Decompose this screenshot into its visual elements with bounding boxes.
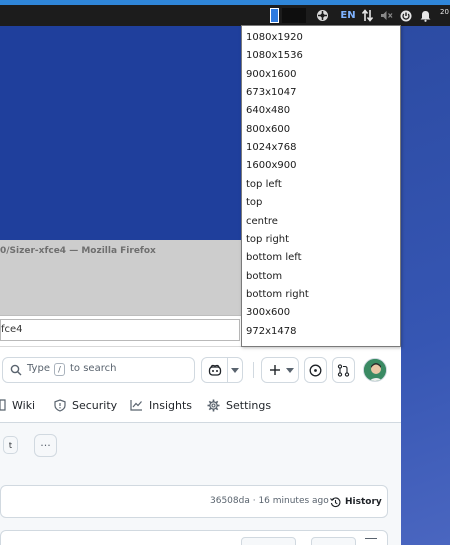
workspace-indicator[interactable] — [282, 8, 306, 23]
chevron-down-icon — [286, 368, 294, 373]
dropdown-item[interactable]: 300x600 — [246, 306, 290, 320]
dropdown-item[interactable]: 1600x900 — [246, 159, 296, 173]
gear-icon — [207, 399, 220, 412]
dropdown-item[interactable]: 1080x1920 — [246, 31, 303, 45]
plus-icon — [269, 364, 281, 376]
list-icon[interactable] — [365, 538, 377, 545]
tab-insights-label: Insights — [149, 398, 193, 412]
search-placeholder-prefix: Type — [27, 363, 50, 374]
history-button[interactable]: History — [330, 495, 382, 509]
dropdown-item[interactable]: 640x480 — [246, 104, 290, 118]
user-avatar[interactable] — [363, 358, 387, 382]
notification-bell-icon[interactable] — [418, 8, 432, 23]
issue-circle-icon — [309, 364, 322, 377]
dropdown-item[interactable]: bottom right — [246, 288, 309, 302]
dropdown-item[interactable]: top — [246, 196, 262, 210]
history-icon — [330, 497, 341, 508]
shield-icon — [54, 398, 66, 412]
volume-muted-icon[interactable] — [379, 8, 393, 23]
tab-wiki-label: Wiki — [12, 398, 36, 412]
dropdown-item[interactable]: 972x1478 — [246, 325, 296, 339]
tab-security[interactable]: Security — [54, 396, 117, 414]
dropdown-item[interactable]: 800x600 — [246, 123, 290, 137]
url-bar[interactable]: fce4 — [0, 319, 240, 341]
url-text: fce4 — [1, 324, 23, 335]
keyboard-layout-indicator[interactable]: EN — [339, 8, 357, 23]
window-title: 0/Sizer-xfce4 — Mozilla Firefox — [0, 246, 156, 256]
tab-wiki[interactable]: Wiki — [0, 396, 35, 414]
dropdown-item[interactable]: 673x1047 — [246, 86, 296, 100]
search-shortcut-key: / — [54, 363, 65, 376]
search-icon — [10, 364, 22, 376]
dropdown-item[interactable]: top right — [246, 233, 289, 247]
file-list-header — [0, 530, 388, 545]
copilot-icon — [208, 364, 222, 377]
github-search-input[interactable]: Type / to search — [2, 357, 195, 383]
panel-clock[interactable]: 20 — [440, 8, 449, 16]
issues-button[interactable] — [304, 357, 327, 383]
search-placeholder-suffix: to search — [70, 363, 117, 374]
tab-insights[interactable]: Insights — [130, 396, 192, 414]
more-options-button[interactable]: ··· — [34, 434, 57, 457]
page-content-background — [0, 423, 401, 545]
tab-settings[interactable]: Settings — [207, 396, 271, 414]
power-icon[interactable] — [399, 8, 413, 23]
workspace-active-indicator[interactable] — [270, 8, 279, 23]
sizer-dropdown-menu: 1080x1920 1080x1536 900x1600 673x1047 640x48… — [241, 25, 401, 347]
chevron-down-icon[interactable] — [231, 368, 239, 373]
dropdown-item[interactable]: top left — [246, 178, 282, 192]
create-new-button[interactable] — [261, 357, 299, 383]
copilot-divider — [227, 358, 228, 382]
find-file-shortcut[interactable]: t — [3, 436, 18, 454]
copilot-button[interactable] — [201, 357, 243, 383]
desktop-wallpaper-edge — [400, 26, 450, 545]
dropdown-item[interactable]: centre — [246, 215, 278, 229]
pull-request-icon — [337, 363, 350, 377]
book-icon — [0, 399, 7, 411]
top-panel: EN 20 — [0, 5, 450, 26]
dropdown-item[interactable]: bottom left — [246, 251, 302, 265]
network-icon[interactable] — [315, 8, 329, 23]
header-divider — [253, 362, 254, 378]
branch-button[interactable] — [241, 537, 296, 545]
dropdown-item[interactable]: 1080x1536 — [246, 49, 303, 63]
commit-meta[interactable]: 36508da · 16 minutes ago — [210, 496, 329, 506]
graph-icon — [130, 399, 143, 411]
dropdown-item[interactable]: 900x1600 — [246, 68, 296, 82]
tab-security-label: Security — [72, 398, 118, 412]
latest-commit-bar: 36508da · 16 minutes ago History — [0, 485, 388, 518]
dropdown-item[interactable]: 1024x768 — [246, 141, 296, 155]
screen: 0/Sizer-xfce4 — Mozilla Firefox fce4 Typ… — [0, 0, 450, 545]
dropdown-item[interactable]: bottom — [246, 270, 282, 284]
desktop-wallpaper — [0, 26, 242, 240]
tab-settings-label: Settings — [226, 398, 272, 412]
history-label: History — [345, 497, 382, 507]
code-button[interactable] — [311, 537, 356, 545]
transfer-icon[interactable] — [360, 8, 374, 23]
pull-requests-button[interactable] — [332, 357, 355, 383]
